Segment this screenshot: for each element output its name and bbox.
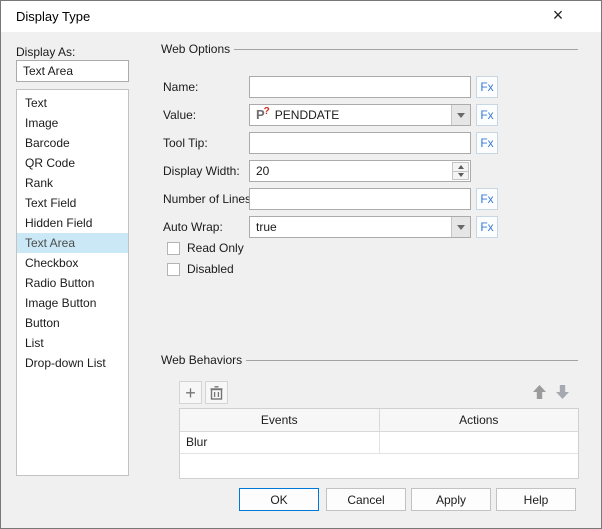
display-as-value-field[interactable] [16,60,129,82]
behaviors-table: Events Actions Blur [179,408,579,479]
value-fx-button[interactable]: Fx [476,104,498,126]
auto-wrap-dropdown-button[interactable] [451,217,470,237]
display-width-spinbox[interactable]: 20 [249,160,471,182]
display-as-option[interactable]: List [17,333,128,353]
event-cell[interactable]: Blur [180,432,380,454]
tooltip-fx-button[interactable]: Fx [476,132,498,154]
tooltip-label: Tool Tip: [163,136,208,150]
display-as-list[interactable]: Text Image Barcode QR Code Rank Text Field Hid… [16,89,129,476]
display-as-option[interactable]: Text Field [17,193,128,213]
number-of-lines-fx-button[interactable]: Fx [476,188,498,210]
name-input[interactable] [249,76,471,98]
web-options-divider [234,49,578,50]
cancel-button[interactable]: Cancel [326,488,406,511]
display-type-dialog: Display Type × Display As: TextImageBarc… [0,0,602,529]
read-only-checkbox-row: Read Only [167,241,244,256]
spinner-down-icon [457,173,464,178]
auto-wrap-combobox[interactable]: true [249,216,471,238]
trash-icon [210,385,223,400]
display-width-label: Display Width: [163,164,240,178]
apply-button[interactable]: Apply [411,488,491,511]
arrow-up-icon [533,384,546,399]
plus-icon: + [185,382,196,403]
auto-wrap-label: Auto Wrap: [163,220,223,234]
value-dropdown-button[interactable] [451,105,470,125]
web-behaviors-divider [246,360,578,361]
display-as-option[interactable]: Drop-down List [17,353,128,373]
actions-column-header[interactable]: Actions [379,409,578,432]
add-behavior-button[interactable]: + [179,381,202,404]
delete-behavior-button[interactable] [205,381,228,404]
table-row[interactable]: Blur [180,432,578,454]
parameter-icon: P ? [256,106,270,122]
spinner-up-button[interactable] [452,162,469,172]
disabled-checkbox-row: Disabled [167,262,234,277]
close-button[interactable]: × [543,1,573,32]
name-fx-button[interactable]: Fx [476,76,498,98]
close-icon: × [552,5,564,25]
auto-wrap-fx-button[interactable]: Fx [476,216,498,238]
display-as-option[interactable]: Checkbox [17,253,128,273]
arrow-down-icon [556,384,569,399]
read-only-label: Read Only [187,241,244,255]
web-behaviors-title: Web Behaviors [161,353,243,367]
tooltip-input[interactable] [249,132,471,154]
disabled-label: Disabled [187,262,234,276]
auto-wrap-combo-text: true [256,220,277,234]
display-as-option[interactable]: Rank [17,173,128,193]
chevron-down-icon [457,224,465,230]
read-only-checkbox[interactable] [167,242,180,255]
behaviors-table-body: Blur [180,432,578,454]
display-as-option[interactable]: Image Button [17,293,128,313]
display-width-spinner [452,162,469,180]
chevron-down-icon [457,112,465,118]
value-combo-text: PENDDATE [274,108,340,122]
display-as-option[interactable]: Button [17,313,128,333]
ok-button[interactable]: OK [239,488,319,511]
help-button[interactable]: Help [496,488,576,511]
number-of-lines-input[interactable] [249,188,471,210]
dialog-title: Display Type [16,9,91,24]
display-as-option[interactable]: Text Area [17,233,128,253]
titlebar: Display Type × [1,1,601,32]
move-up-button[interactable] [529,381,550,402]
display-as-option[interactable]: Barcode [17,133,128,153]
behaviors-table-header: Events Actions [180,409,578,432]
display-as-option[interactable]: Hidden Field [17,213,128,233]
disabled-checkbox[interactable] [167,263,180,276]
action-cell[interactable] [379,432,578,454]
display-as-option[interactable]: Text [17,93,128,113]
display-as-option[interactable]: Image [17,113,128,133]
spinner-down-button[interactable] [452,171,469,180]
events-column-header[interactable]: Events [180,409,380,432]
name-label: Name: [163,80,199,94]
display-width-value: 20 [256,164,270,178]
spinner-up-icon [457,164,464,169]
number-of-lines-label: Number of Lines: [163,192,255,206]
value-combobox[interactable]: P ? PENDDATE [249,104,471,126]
web-options-title: Web Options [161,42,231,56]
display-as-option[interactable]: Radio Button [17,273,128,293]
move-down-button[interactable] [552,381,573,402]
display-as-option[interactable]: QR Code [17,153,128,173]
value-label: Value: [163,108,197,122]
